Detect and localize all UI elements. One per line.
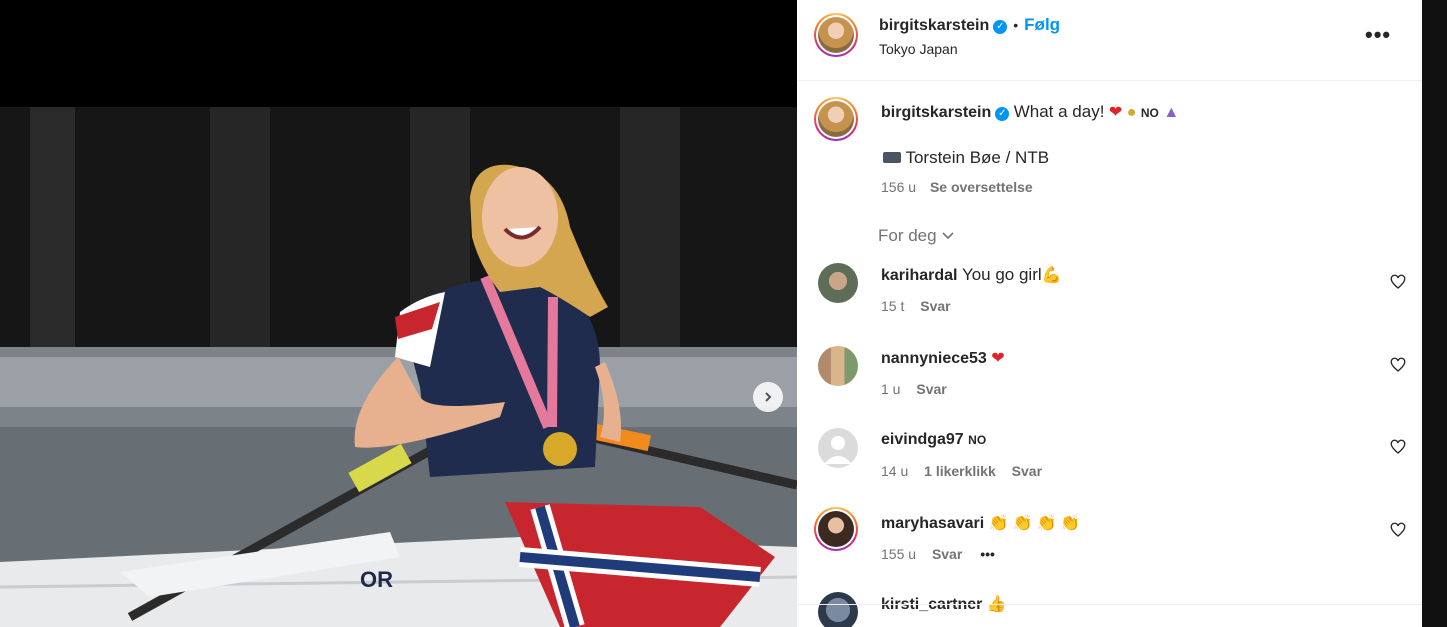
comment-username[interactable]: karihardal: [881, 267, 957, 284]
heart-icon[interactable]: [1390, 522, 1406, 538]
norway-flag-emoji: NO: [1140, 106, 1159, 120]
post-media: OR: [0, 0, 797, 627]
photo-credit: Torstein Bøe / NTB: [905, 148, 1050, 167]
clapping-hands-emoji: 👏👏👏👏: [988, 515, 1085, 532]
comment-time[interactable]: 1 u: [881, 381, 900, 397]
praying-hands-emoji: ▲: [1163, 104, 1180, 121]
action-bar: [797, 604, 1422, 627]
comment-row: maryhasavari 👏👏👏👏: [881, 513, 1084, 533]
default-user-icon: [824, 436, 852, 464]
caption-line: birgitskarstein ✓ What a day! ❤ ● NO ▲: [881, 102, 1179, 122]
background-edge: [1422, 0, 1447, 627]
svg-text:OR: OR: [360, 567, 393, 592]
comment-time[interactable]: 155 u: [881, 546, 916, 562]
chevron-down-icon: [942, 232, 954, 240]
verified-icon: ✓: [995, 107, 1010, 121]
reply-button[interactable]: Svar: [916, 381, 946, 397]
red-heart-emoji: ❤: [1108, 104, 1123, 121]
next-image-button[interactable]: [753, 382, 783, 412]
caption-username[interactable]: birgitskarstein: [881, 104, 991, 121]
post-details-panel: birgitskarstein ✓ • Følg Tokyo Japan ••• bi…: [797, 0, 1422, 627]
comment-row: nannyniece53 ❤: [881, 348, 1005, 368]
comment-meta: 15 t Svar: [881, 298, 951, 314]
chevron-right-icon: [765, 392, 772, 402]
comment-avatar[interactable]: [814, 507, 858, 551]
comment-username[interactable]: nannyniece53: [881, 350, 987, 367]
gold-medal-emoji: ●: [1126, 104, 1137, 121]
author-avatar[interactable]: [814, 13, 858, 57]
rower-photo-illustration: OR: [0, 107, 797, 627]
caption-meta: 156 u Se oversettelse: [881, 179, 1033, 195]
author-line: birgitskarstein ✓ • Følg: [879, 15, 1060, 35]
more-options-icon[interactable]: •••: [1365, 22, 1391, 48]
caption-author-avatar[interactable]: [814, 97, 858, 141]
comment-avatar[interactable]: [818, 263, 858, 303]
author-username[interactable]: birgitskarstein: [879, 17, 989, 34]
red-heart-emoji: ❤: [991, 350, 1005, 367]
camera-icon: [883, 152, 901, 163]
comment-sort-label: For deg: [878, 226, 937, 245]
translate-button[interactable]: Se oversettelse: [930, 179, 1033, 195]
heart-icon[interactable]: [1390, 357, 1406, 373]
reply-button[interactable]: Svar: [932, 546, 962, 562]
comment-time[interactable]: 15 t: [881, 298, 904, 314]
comment-meta: 1 u Svar: [881, 381, 947, 397]
comment-text: You go girl: [961, 265, 1042, 284]
post-header: birgitskarstein ✓ • Følg Tokyo Japan •••: [797, 0, 1422, 81]
comment-avatar-default[interactable]: [818, 428, 858, 468]
comment-row: eivindga97 NO: [881, 431, 986, 449]
separator: •: [1013, 17, 1019, 33]
caption-time[interactable]: 156 u: [881, 179, 916, 195]
flexed-biceps-emoji: 💪: [1041, 267, 1062, 284]
comment-username[interactable]: eivindga97: [881, 431, 964, 448]
reply-button[interactable]: Svar: [920, 298, 950, 314]
comment-meta: 155 u Svar •••: [881, 546, 995, 562]
reply-button[interactable]: Svar: [1012, 463, 1042, 479]
comment-username[interactable]: maryhasavari: [881, 515, 984, 532]
comment-more-options-icon[interactable]: •••: [980, 546, 995, 562]
comment-avatar[interactable]: [818, 346, 858, 386]
verified-icon: ✓: [993, 20, 1008, 34]
norway-flag-emoji: NO: [968, 433, 987, 447]
post-location[interactable]: Tokyo Japan: [879, 41, 958, 57]
comment-meta: 14 u 1 likerklikk Svar: [881, 463, 1042, 479]
follow-button[interactable]: Følg: [1024, 15, 1060, 34]
likes-count[interactable]: 1 likerklikk: [924, 463, 996, 479]
post-photo: OR: [0, 107, 797, 627]
comment-sort-dropdown[interactable]: For deg: [878, 226, 955, 246]
photo-credit-line: Torstein Bøe / NTB: [883, 148, 1049, 168]
caption-text: What a day!: [1013, 102, 1105, 121]
comment-time[interactable]: 14 u: [881, 463, 908, 479]
heart-icon[interactable]: [1390, 274, 1406, 290]
heart-icon[interactable]: [1390, 439, 1406, 455]
comment-row: karihardal You go girl💪: [881, 265, 1062, 285]
